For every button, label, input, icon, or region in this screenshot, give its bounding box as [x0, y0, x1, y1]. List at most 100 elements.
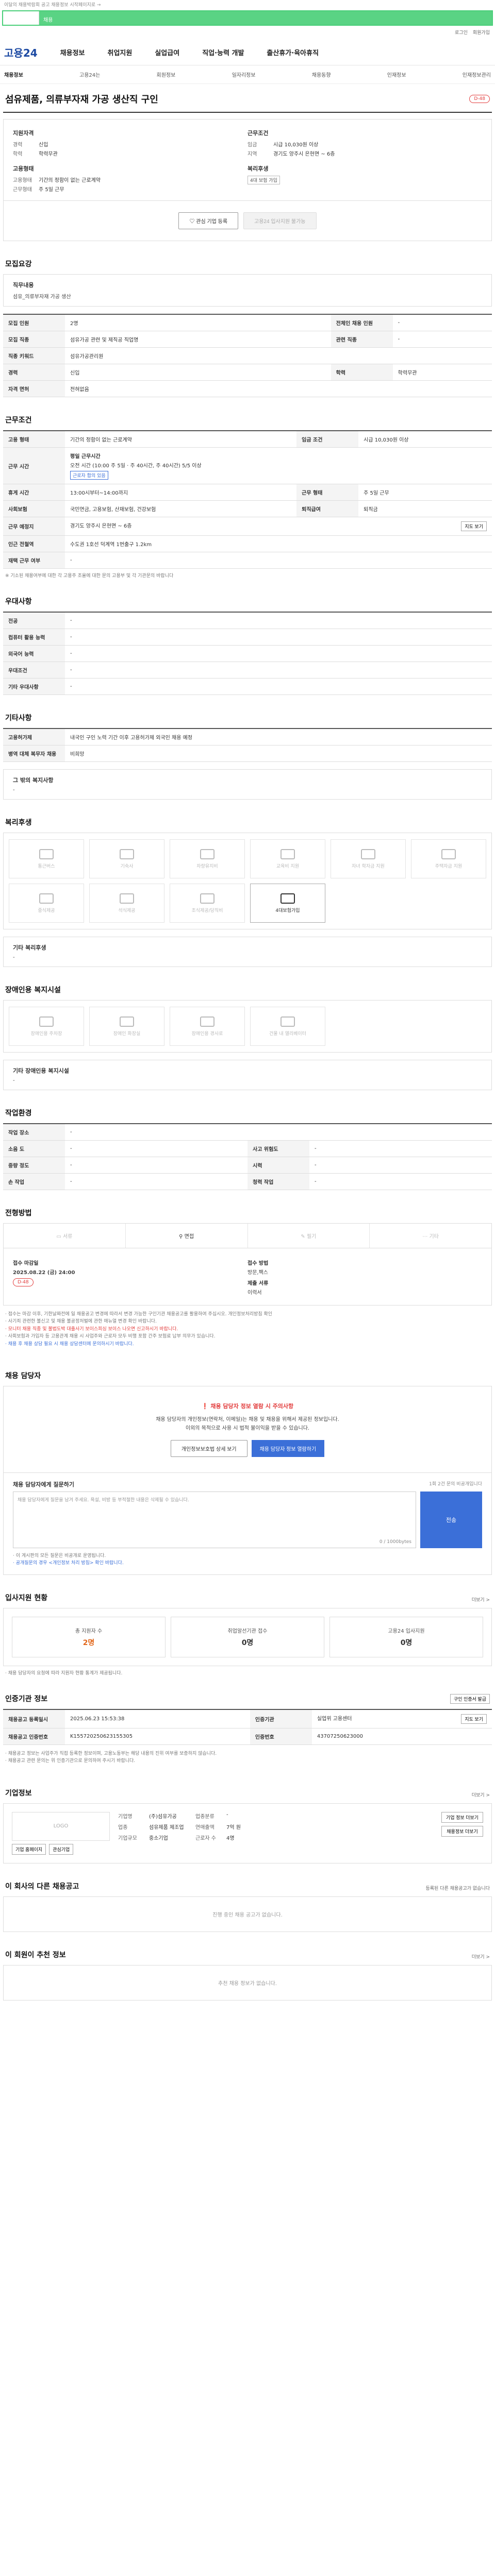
duty-panel: 직무내용 섬유_의류부자재 가공 생산 — [3, 274, 492, 307]
table-row: 병역 대체 복무자 채용 비희망 — [3, 745, 492, 762]
subnav-item[interactable]: 고용24는 — [79, 71, 100, 78]
applicants-more-link[interactable]: 더보기 > — [472, 1596, 490, 1603]
search-tab[interactable] — [3, 11, 39, 25]
text: · 이 게시판의 모든 질문은 비공개로 운영됩니다. — [13, 1553, 106, 1558]
etc-table: 고용허가제 내국인 구인 노력 기간 이후 고용허가제 외국인 채용 예정 병역 … — [3, 728, 492, 762]
section-head-other-jobs: 이 회사의 다른 채용공고 등록된 다른 채용공고가 없습니다 — [5, 1881, 490, 1891]
text: 고용 — [4, 47, 23, 59]
sub-nav: 채용정보 고용24는 회원정보 일자리정보 채용동향 인재정보 인재정보관리 — [0, 65, 495, 84]
section-head-cert: 인증기관 정보 구인 인증서 발급 — [5, 1693, 490, 1704]
cert-issue-button[interactable]: 구인 인증서 발급 — [450, 1693, 490, 1704]
text: - — [226, 1811, 228, 1818]
subnav-item[interactable]: 회원정보 — [157, 71, 176, 78]
welfare-other-panel: 기타 복리후생 - — [3, 937, 492, 967]
company-more-link[interactable]: 더보기 > — [472, 1791, 490, 1798]
text: 고용24 입사지원 — [388, 1628, 425, 1634]
site-logo[interactable]: 고용24 — [4, 45, 38, 60]
signup-link[interactable]: 회원가입 — [473, 29, 490, 36]
search-bar[interactable]: 채용 — [2, 10, 493, 26]
welfare-item-lunch: 중식제공 — [9, 884, 84, 923]
gnb-menu-unemployment[interactable]: 실업급여 — [155, 47, 179, 57]
text: 이 회사의 다른 채용공고 — [5, 1882, 79, 1891]
meal-icon — [200, 893, 214, 904]
top-notice[interactable]: 이달의 채용박람회 공고 채용정보 시작페이지로 → — [0, 0, 495, 8]
meal-icon — [120, 893, 134, 904]
table-header-cell: 사고 위험도 — [248, 1140, 309, 1157]
text: - — [13, 955, 15, 960]
text: 중소기업 — [149, 1835, 168, 1841]
cert-map-button[interactable]: 지도 보기 — [461, 1714, 487, 1724]
subnav-item[interactable]: 인재정보 — [387, 71, 406, 78]
table-row: 모집 인원 2명 전체인 채용 인원 - — [3, 314, 492, 331]
section-head-company: 기업정보 더보기 > — [5, 1788, 490, 1798]
recommend-more-link[interactable]: 더보기 > — [472, 1953, 490, 1960]
text: 기타 장애인용 복지시설 — [13, 1067, 69, 1074]
table-cell: - — [65, 629, 492, 646]
utility-menu: 로그인 회원가입 — [0, 26, 495, 39]
apply-button[interactable]: 고용24 입사지원 불가능 — [243, 212, 317, 229]
table-cell: 주 5일 근무 — [358, 484, 492, 501]
contact-warning: ❗ 채용 담당자 정보 열람 시 주의사항 — [14, 1402, 481, 1410]
qna-textarea[interactable]: 채용 담당자에게 질문을 남겨 주세요. 욕설, 비방 등 부적절한 내용은 삭… — [13, 1491, 416, 1548]
table-cell: - — [65, 1173, 248, 1190]
company-detail-button[interactable]: 기업 정보 더보기 — [441, 1811, 483, 1823]
welfare-item-bus: 통근버스 — [9, 839, 84, 878]
map-view-button[interactable]: 지도 보기 — [461, 521, 487, 531]
table-header-cell: 채용공고 등록일시 — [3, 1709, 65, 1728]
text: 총 지원자 수 — [75, 1628, 103, 1634]
table-cell: 실업위 고용센터 지도 보기 — [311, 1709, 492, 1728]
table-row: 자격 면허 전혀없음 — [3, 380, 492, 397]
table-header-cell: 재택 근무 여부 — [3, 552, 65, 569]
subnav-item[interactable]: 채용동향 — [312, 71, 331, 78]
text: - — [13, 1078, 15, 1083]
text: 방문,팩스 — [248, 1270, 268, 1276]
meal-icon — [39, 893, 54, 904]
summary-key: 지역 — [248, 151, 257, 157]
qna-title: 채용 담당자에게 질문하기 — [13, 1481, 74, 1488]
login-link[interactable]: 로그인 — [455, 29, 468, 36]
etc-other-panel: 그 밖의 복지사항 - — [3, 769, 492, 800]
gnb-menu-training[interactable]: 직업·능력 개발 — [202, 47, 244, 57]
table-row: 소음 도 - 사고 위험도 - — [3, 1140, 492, 1157]
company-jobs-button[interactable]: 채용정보 더보기 — [441, 1825, 483, 1837]
company-interest-button[interactable]: 관심기업 — [49, 1843, 74, 1855]
interest-company-button[interactable]: ♡ 관심 기업 등록 — [178, 212, 239, 229]
table-row: 채용공고 인증번호 K155720250623155305 인증번호 43707250… — [3, 1728, 492, 1745]
qna-submit-button[interactable]: 전송 — [420, 1491, 482, 1548]
privacy-detail-button[interactable]: 개인정보보호법 상세 보기 — [170, 1439, 248, 1457]
table-row: 외국어 능력 - — [3, 645, 492, 662]
table-header-cell: 모집 인원 — [3, 314, 65, 331]
table-row: 경력 신입 학력 학력무관 — [3, 364, 492, 381]
section-head-applicants: 입사지원 현황 더보기 > — [5, 1592, 490, 1603]
table-row: 근무 예정지 경기도 양주시 은현면 ~ 6층 지도 보기 — [3, 517, 492, 536]
view-contact-button[interactable]: 채용 담당자 정보 열람하기 — [251, 1439, 325, 1457]
table-cell: 신입 — [65, 364, 331, 381]
company-homepage-button[interactable]: 기업 홈페이지 — [12, 1843, 46, 1855]
text: 근로자 수 — [195, 1835, 216, 1841]
table-header-cell: 우대조건 — [3, 662, 65, 679]
disab-grid: 장애인용 주차장 장애인 화장실 장애인용 경사로 건물 내 엘리베이터 — [3, 1000, 492, 1053]
table-header-cell: 관련 직종 — [331, 331, 393, 348]
summary-key: 경력 — [13, 142, 23, 148]
section-title-contact: 채용 담당자 — [5, 1371, 41, 1380]
stat-agency: 취업알선기관 접수 0명 — [171, 1616, 324, 1657]
table-header-cell: 중량 정도 — [3, 1157, 65, 1174]
subnav-item[interactable]: 일자리정보 — [232, 71, 256, 78]
text: 섬유제품 제조업 — [149, 1824, 184, 1831]
text: 주택자금 지원 — [435, 863, 463, 869]
method-step-written: ✎ 필기 — [248, 1224, 370, 1248]
section-title-welfare: 복리후생 — [5, 819, 32, 827]
gnb-menu-support[interactable]: 취업지원 — [108, 47, 133, 57]
table-header-cell: 컴퓨터 활용 능력 — [3, 629, 65, 646]
subnav-item[interactable]: 인재정보관리 — [463, 71, 491, 78]
table-row: 채용공고 등록일시 2025.06.23 15:53:38 인증기관 실업위 고용센터… — [3, 1709, 492, 1728]
text: (주)섬유가공 — [149, 1814, 177, 1820]
work-time-title: 평일 근무시간 — [70, 454, 101, 460]
gnb-menu-leave[interactable]: 출산휴가·육아휴직 — [267, 47, 319, 57]
summary-head: 복리후생 — [248, 165, 269, 172]
gnb-menu-jobs[interactable]: 채용정보 — [60, 47, 85, 57]
search-segment[interactable]: 채용 — [39, 11, 75, 25]
table-cell: 전혀없음 — [65, 380, 492, 397]
text: 기숙사 — [120, 863, 134, 869]
subnav-item[interactable]: 채용정보 — [4, 71, 23, 78]
